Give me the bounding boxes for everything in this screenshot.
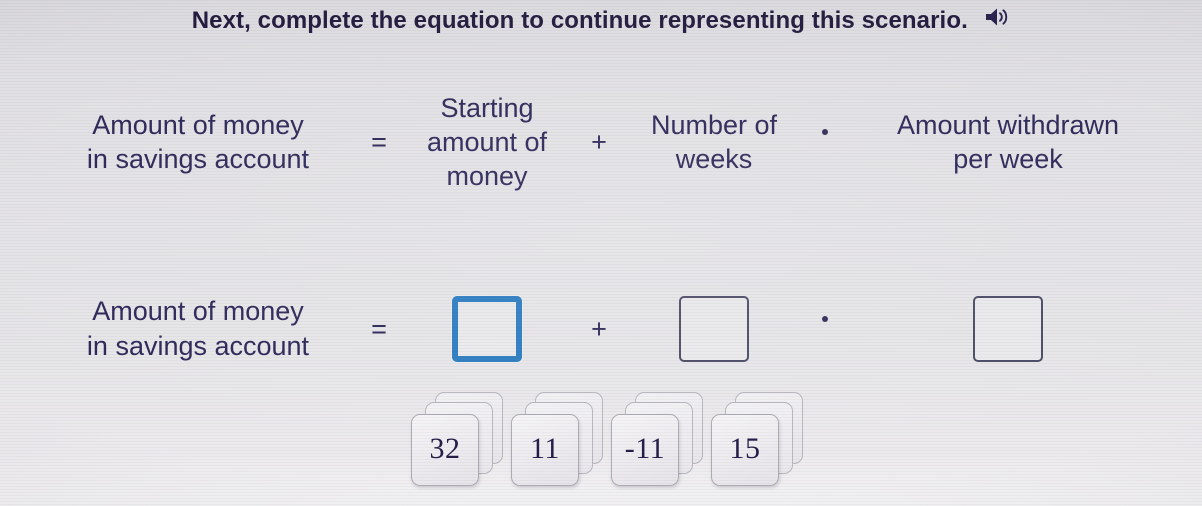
tile-value: 32 — [429, 432, 461, 465]
answer-tile-stack[interactable]: 15 — [711, 392, 807, 496]
tile-value: 15 — [729, 432, 761, 465]
term-amount-in-savings: Amount of money in savings account — [33, 109, 357, 177]
term-line: amount of — [426, 126, 548, 157]
term-line: Amount withdrawn — [896, 109, 1120, 140]
tile-value: 11 — [530, 432, 560, 465]
tile-card-front[interactable]: 11 — [511, 414, 579, 486]
term-line: money — [446, 160, 528, 191]
blank-number-of-weeks[interactable] — [679, 296, 749, 363]
answer-tile-stack[interactable]: 11 — [511, 392, 607, 496]
answer-multiplication-dot — [803, 315, 847, 343]
answer-tile-tray: 32 11 -11 15 — [0, 392, 1202, 496]
prompt-row: Next, complete the equation to continue … — [0, 6, 1202, 35]
answer-label-line: Amount of money — [92, 296, 304, 326]
blank-slot-1 — [401, 296, 573, 363]
tile-card-front[interactable]: -11 — [611, 414, 679, 486]
word-equation: Amount of money in savings account = Sta… — [0, 92, 1202, 193]
tile-value: -11 — [624, 432, 666, 465]
term-line: Amount of money — [92, 109, 304, 140]
blank-starting-amount[interactable] — [452, 296, 522, 363]
equals-sign: = — [371, 127, 387, 158]
answer-equals-sign: = — [371, 313, 387, 344]
answer-tile-stack[interactable]: -11 — [611, 392, 707, 496]
tile-card-front[interactable]: 32 — [411, 414, 479, 486]
exercise-content: Next, complete the equation to continue … — [0, 0, 1202, 506]
term-line: Number of — [650, 109, 778, 140]
plus-sign: + — [591, 127, 607, 158]
blank-slot-3 — [847, 296, 1169, 363]
answer-tile-stack[interactable]: 32 — [411, 392, 507, 496]
speaker-icon[interactable] — [984, 6, 1010, 33]
dot-glyph — [822, 129, 828, 136]
blank-amount-withdrawn[interactable] — [973, 296, 1043, 363]
term-number-of-weeks: Number of weeks — [625, 109, 803, 177]
term-line: per week — [953, 143, 1063, 174]
term-line: Starting — [440, 93, 534, 123]
page-title: Next, complete the equation to continue … — [191, 6, 968, 34]
tile-card-front[interactable]: 15 — [711, 414, 779, 486]
answer-plus-sign: + — [591, 313, 607, 344]
answer-label-line: in savings account — [86, 331, 310, 362]
term-line: in savings account — [86, 143, 310, 174]
term-starting-amount: Starting amount of money — [401, 92, 573, 193]
answer-left-label: Amount of money in savings account — [33, 294, 357, 364]
term-line: weeks — [675, 143, 753, 174]
blank-slot-2 — [625, 296, 803, 363]
answer-equation: Amount of money in savings account = + — [0, 294, 1202, 364]
term-amount-withdrawn: Amount withdrawn per week — [847, 109, 1169, 177]
dot-glyph — [822, 315, 828, 322]
multiplication-dot — [803, 129, 847, 156]
